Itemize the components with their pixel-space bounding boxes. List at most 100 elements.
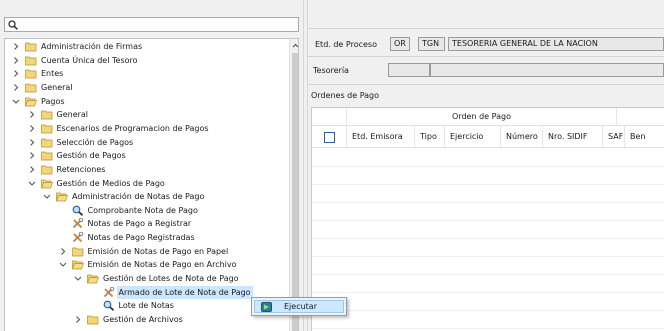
grid-column-header[interactable]: Tipo (415, 126, 445, 147)
tree-item-label: Notas de Pago Registradas (87, 233, 195, 243)
tools-icon (103, 286, 114, 297)
tree-item[interactable]: Armado de Lote de Nota de Pago (5, 285, 289, 299)
tree-item-label: Gestión de Lotes de Nota de Pago (103, 274, 239, 284)
select-all-checkbox[interactable] (324, 132, 335, 143)
folder-icon (87, 315, 99, 325)
tree-item[interactable]: Administración de Notas de Pago (5, 190, 289, 203)
grid-row-line (312, 256, 664, 257)
tree-item-label: Armado de Lote de Nota de Pago (116, 285, 253, 299)
tree-item[interactable]: Lote de Notas (5, 299, 289, 312)
tree-item[interactable]: Emisión de Notas de Pago en Archivo (5, 258, 289, 271)
tesoreria-code-field[interactable] (388, 63, 430, 77)
grid-column-header[interactable]: Nro. SIDIF (543, 126, 603, 147)
chevron-right-icon[interactable] (58, 245, 68, 258)
etd-code2-field[interactable]: TGN (418, 37, 445, 51)
context-menu-item-label: Ejecutar (284, 302, 317, 311)
grid-column-header[interactable]: Ejercicio (445, 126, 501, 147)
tree-item[interactable]: Administración de Firmas (5, 40, 289, 53)
chevron-down-icon[interactable] (73, 272, 83, 285)
scrollbar-thumb[interactable] (292, 53, 298, 331)
execute-icon (261, 302, 272, 312)
folder-icon (40, 165, 52, 175)
tree-item-label: Cuenta Única del Tesoro (41, 55, 138, 65)
magnifier-icon (72, 205, 83, 216)
chevron-right-icon[interactable] (27, 149, 37, 162)
tree-item-label: Retenciones (56, 164, 106, 174)
tree-item[interactable]: Cuenta Única del Tesoro (5, 54, 289, 67)
etd-proceso-label: Etd. de Proceso (315, 40, 377, 49)
tree-item[interactable]: Pagos (5, 95, 289, 108)
tree-item-label: Selección de Pagos (56, 137, 134, 147)
ordenes-grid: Orden de Pago Etd. Emisora Tipo Ejercicio N… (311, 107, 664, 331)
grid-column-header[interactable]: Ben (625, 126, 664, 147)
search-input[interactable] (4, 17, 299, 32)
tesoreria-name-field[interactable] (430, 63, 664, 77)
folder-icon (40, 138, 52, 147)
scroll-up-icon[interactable] (290, 40, 299, 52)
folder-icon (40, 124, 52, 134)
grid-row-line (312, 292, 664, 293)
tree-item-label: Administración de Firmas (41, 42, 143, 51)
folder-icon (71, 261, 84, 270)
tree-item[interactable]: Selección de Pagos (5, 136, 289, 149)
chevron-right-icon[interactable] (27, 122, 37, 135)
detail-pane: Etd. de Proceso OR TGN TESORERIA GENERAL… (308, 0, 664, 331)
context-menu-item-ejecutar[interactable]: Ejecutar (254, 300, 344, 313)
tree-item[interactable]: Escenarios de Programacion de Pagos (5, 122, 289, 135)
grid-column-header[interactable]: Número (501, 126, 543, 147)
tree-item[interactable]: Gestión de Pagos (5, 149, 289, 162)
tree-item[interactable]: Gestión de Lotes de Nota de Pago (5, 272, 289, 285)
tree-item-label: Escenarios de Programacion de Pagos (56, 123, 209, 133)
tree-item-label: General (41, 82, 73, 92)
chevron-right-icon[interactable] (27, 136, 37, 149)
chevron-right-icon[interactable] (11, 54, 21, 67)
ordenes-section-label: Ordenes de Pago (311, 91, 380, 100)
chevron-right-icon[interactable] (11, 67, 21, 80)
etd-name-field[interactable]: TESORERIA GENERAL DE LA NACION (448, 37, 664, 51)
chevron-right-icon[interactable] (11, 40, 21, 53)
chevron-right-icon[interactable] (27, 163, 37, 176)
chevron-right-icon[interactable] (11, 81, 21, 94)
tree-item[interactable]: Comprobante Nota de Pago (5, 204, 289, 217)
folder-icon (25, 97, 37, 106)
tree-item[interactable]: Entes (5, 67, 289, 80)
grid-row-line (312, 274, 664, 275)
chevron-right-icon[interactable] (27, 108, 37, 121)
tree-item[interactable]: Notas de Pago a Registrar (5, 217, 289, 230)
chevron-down-icon[interactable] (42, 190, 52, 203)
chevron-down-icon[interactable] (11, 95, 21, 108)
grid-row-line (312, 166, 664, 167)
grid-row-line (312, 310, 664, 311)
folder-icon (87, 274, 99, 284)
folder-icon (25, 56, 37, 65)
tree-item-label: Entes (41, 69, 64, 79)
tree-item[interactable]: General (5, 81, 289, 94)
tree-item[interactable]: Gestión de Archivos (5, 313, 289, 326)
chevron-down-icon[interactable] (27, 177, 37, 190)
top-separator (308, 28, 664, 29)
chevron-down-icon[interactable] (58, 258, 68, 271)
grid-column-header[interactable]: Etd. Emisora (347, 126, 415, 147)
chevron-right-icon[interactable] (73, 313, 83, 326)
grid-row-line (312, 202, 664, 203)
tree-item[interactable]: Emisión de Notas de Pago en Papel (5, 245, 289, 258)
tree-item[interactable]: Gestión de Medios de Pago (5, 177, 289, 190)
etd-code1-field[interactable]: OR (390, 37, 410, 51)
tree-scrollbar[interactable] (289, 39, 299, 331)
tesoreria-label: Tesorería (313, 66, 349, 75)
tree-item-label: Gestión de Pagos (56, 151, 126, 161)
grid-column-header[interactable]: SAF (603, 126, 625, 147)
grid-header-blank-right (617, 108, 664, 125)
tree-item[interactable]: General (5, 108, 289, 121)
tree-item-label: Gestión de Archivos (103, 315, 183, 324)
tree-item[interactable]: Notas de Pago Registradas (5, 231, 289, 244)
context-menu: Ejecutar (251, 297, 347, 316)
grid-row-line (312, 220, 664, 221)
tree-item[interactable]: Retenciones (5, 163, 289, 176)
menu-tree: Administración de Firmas Cuenta Única del… (4, 38, 299, 331)
grid-group-header-row: Orden de Pago (312, 108, 664, 126)
navigation-pane: Administración de Firmas Cuenta Única del… (0, 0, 303, 331)
tools-icon (72, 218, 83, 229)
folder-icon (40, 179, 53, 188)
grid-group-header: Orden de Pago (347, 108, 617, 125)
